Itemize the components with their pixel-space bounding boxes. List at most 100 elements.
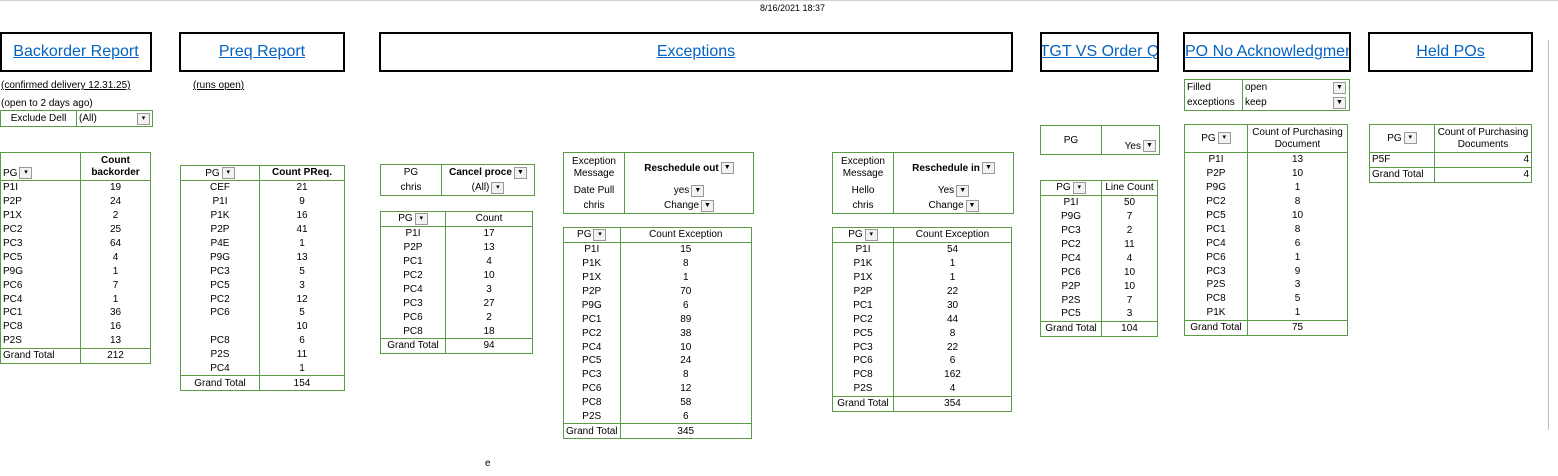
chevron-down-icon[interactable]: ▾ xyxy=(19,167,33,180)
filter-icon[interactable]: ▼ xyxy=(1143,140,1156,152)
backorder-report-link[interactable]: Backorder Report xyxy=(13,43,138,61)
resched-out-chris-label: chris xyxy=(564,198,625,213)
grand-total-value: 4 xyxy=(1434,166,1532,183)
preq-report-link[interactable]: Preq Report xyxy=(219,43,305,61)
pg-cell: PC4 xyxy=(1184,236,1248,251)
resched-in-msg-dropdown[interactable]: Reschedule in ▼ xyxy=(894,153,1013,183)
resched-in-chris-dropdown[interactable]: Change ▼ xyxy=(894,198,1013,213)
count-cell: 89 xyxy=(619,312,753,327)
pg-cell: PC8 xyxy=(1184,291,1248,306)
preq-note: (runs open) xyxy=(193,80,245,91)
table-row: P4E 1 xyxy=(180,236,345,251)
exclude-dell-dropdown[interactable]: (All) ▾ xyxy=(77,111,152,126)
cancel-chris-dropdown[interactable]: (All) ▾ xyxy=(442,180,534,195)
filter-icon[interactable]: ▼ xyxy=(956,184,970,197)
pg-cell: PC4 xyxy=(563,340,621,355)
count-cell: 9 xyxy=(259,194,345,209)
pg-cell: P2P xyxy=(180,222,260,237)
count-column-header: Count Exception xyxy=(893,227,1012,243)
filter-icon[interactable]: ▼ xyxy=(981,162,995,174)
filter-icon[interactable]: ▼ xyxy=(1333,81,1346,94)
exceptions-link[interactable]: Exceptions xyxy=(657,43,735,61)
count-column-header: Count of Purchasing Document xyxy=(1247,124,1348,153)
filter-icon[interactable]: ▼ xyxy=(965,199,979,212)
table-row: PC6 2 xyxy=(380,310,533,325)
count-cell: 10 xyxy=(259,319,345,334)
pg-column-header: PG ▾ xyxy=(380,211,446,227)
table-row: PC3 64 xyxy=(0,236,151,251)
po-ack-exceptions-dropdown[interactable]: keep ▼ xyxy=(1243,95,1348,110)
held-pos-link[interactable]: Held POs xyxy=(1416,43,1484,61)
grand-total-label: Grand Total xyxy=(0,347,81,364)
pg-cell: PC6 xyxy=(832,354,894,368)
po-no-ack-link[interactable]: PO No Acknowledgment xyxy=(1185,43,1349,61)
pg-cell: P2S xyxy=(563,409,621,424)
count-cell: 13 xyxy=(80,333,151,349)
pg-cell: P2S xyxy=(0,333,81,349)
chevron-down-icon[interactable]: ▾ xyxy=(137,112,150,125)
table-row: PC2 25 xyxy=(0,222,151,237)
filter-icon[interactable]: ▼ xyxy=(1333,96,1346,109)
grand-total-value: 75 xyxy=(1247,319,1348,336)
pg-column-header: PG ▾ xyxy=(0,152,81,181)
po-ack-exceptions-label: exceptions xyxy=(1185,95,1243,110)
pg-cell: PC5 xyxy=(1040,307,1102,322)
table-row: PC2 10 xyxy=(380,268,533,283)
chevron-down-icon[interactable]: ▾ xyxy=(221,166,235,179)
chevron-down-icon[interactable]: ▾ xyxy=(1072,181,1086,194)
tgt-vs-order-link[interactable]: TGT VS Order Q xyxy=(1042,43,1157,61)
backorder-note-confirmed: (confirmed delivery 12.31.25) xyxy=(1,80,131,91)
table-row: PC4 1 xyxy=(180,361,345,376)
chevron-down-icon[interactable]: ▾ xyxy=(593,228,607,241)
pg-cell: P1I xyxy=(563,242,621,257)
preq-header: Preq Report xyxy=(179,32,345,72)
table-row: P2S 7 xyxy=(1040,293,1158,308)
exclude-dell-value: (All) xyxy=(79,113,97,124)
resched-in-hello-dropdown[interactable]: Yes ▼ xyxy=(894,183,1013,198)
filter-icon[interactable]: ▼ xyxy=(513,166,527,179)
exclude-dell-label: Exclude Dell xyxy=(1,111,77,126)
chevron-down-icon[interactable]: ▾ xyxy=(1217,132,1231,145)
count-cell: 8 xyxy=(893,326,1012,341)
backorder-note-open: (open to 2 days ago) xyxy=(1,98,93,109)
pg-cell: P2S xyxy=(1184,278,1248,292)
tgt-filter-dropdown[interactable]: Yes ▼ xyxy=(1102,126,1159,154)
table-row: CEF 21 xyxy=(180,180,345,195)
count-cell: 50 xyxy=(1101,195,1158,210)
filter-icon[interactable]: ▼ xyxy=(701,199,715,212)
chevron-down-icon[interactable]: ▾ xyxy=(414,212,428,225)
count-cell: 10 xyxy=(445,268,533,283)
resched-out-datepull-dropdown[interactable]: yes ▼ xyxy=(625,183,753,198)
cancel-filter: PG Cancel proce ▼ chris (All) ▾ xyxy=(380,164,535,196)
pg-column-header: PG ▾ xyxy=(1040,180,1102,196)
grand-total-value: 345 xyxy=(619,423,753,440)
po-ack-pivot-table: PG ▾ Count of Purchasing Document P1I 13 P2P 1… xyxy=(1184,124,1348,336)
count-cell: 4 xyxy=(893,381,1012,397)
resched-out-chris-dropdown[interactable]: Change ▼ xyxy=(625,198,753,213)
chevron-down-icon[interactable]: ▾ xyxy=(1403,132,1417,145)
header-row: PG ▾ Count Exception xyxy=(832,227,1012,243)
resched-out-msg-dropdown[interactable]: Reschedule out ▼ xyxy=(625,153,753,183)
count-column-header: Line Count xyxy=(1101,180,1158,196)
count-cell: 3 xyxy=(445,282,533,297)
pg-cell: PC8 xyxy=(832,367,894,382)
chevron-down-icon[interactable]: ▾ xyxy=(491,181,505,194)
count-cell: 1 xyxy=(259,236,345,251)
resched-out-msg-label: Exception Message xyxy=(564,153,625,183)
po-ack-filled-dropdown[interactable]: open ▼ xyxy=(1243,80,1348,95)
table-row: PC8 18 xyxy=(380,324,533,339)
table-row: PC6 1 xyxy=(1184,250,1348,265)
pg-cell: PC2 xyxy=(180,292,260,307)
filter-icon[interactable]: ▼ xyxy=(720,162,734,174)
held-pivot-table: PG ▾ Count of Purchasing Documents P5F 4 Gran… xyxy=(1369,124,1532,183)
cancel-filter-dropdown[interactable]: Cancel proce ▼ xyxy=(442,165,534,180)
chevron-down-icon[interactable]: ▾ xyxy=(864,228,878,241)
pg-column-header: PG ▾ xyxy=(1184,124,1248,153)
count-cell: 12 xyxy=(259,292,345,307)
tgt-header: TGT VS Order Q xyxy=(1040,32,1159,72)
count-cell: 5 xyxy=(259,264,345,279)
top-divider xyxy=(0,0,1558,1)
count-cell: 2 xyxy=(445,310,533,325)
filter-icon[interactable]: ▼ xyxy=(691,184,705,197)
grand-total-label: Grand Total xyxy=(1184,319,1248,336)
